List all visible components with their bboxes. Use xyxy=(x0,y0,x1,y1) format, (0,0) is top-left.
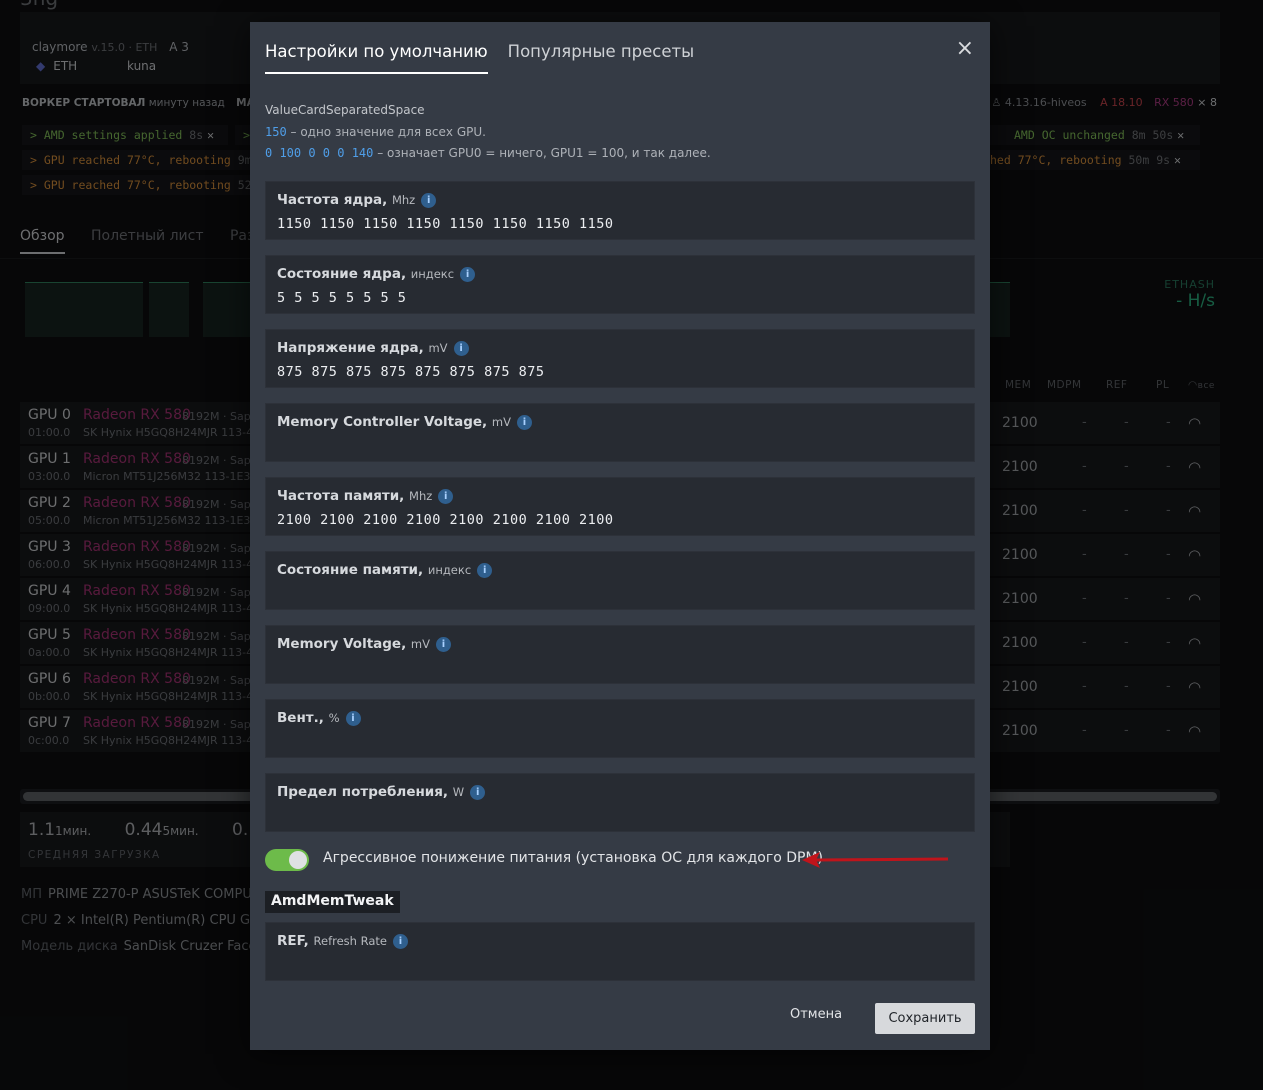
close-icon[interactable]: × xyxy=(956,38,974,60)
field-label: REF, Refresh Rate i xyxy=(277,933,408,949)
info-icon[interactable]: i xyxy=(392,934,408,949)
field-label: Состояние ядра, индекс i xyxy=(277,266,476,282)
info-icon[interactable]: i xyxy=(421,193,437,208)
power-limit-input[interactable] xyxy=(277,808,963,824)
field-core-state: Состояние ядра, индекс i xyxy=(265,255,975,314)
info-icon[interactable]: i xyxy=(470,785,486,800)
value-format-hint: ValueCardSeparatedSpace 150 – одно значе… xyxy=(265,100,711,165)
field-unit: mV xyxy=(428,341,448,355)
mem-controller-voltage-input[interactable] xyxy=(277,438,963,454)
field-unit: Mhz xyxy=(409,489,433,503)
mem-clock-input[interactable] xyxy=(277,512,963,528)
field-label: Напряжение ядра, mV i xyxy=(277,340,469,356)
field-core-clock: Частота ядра, Mhz i xyxy=(265,181,975,240)
field-unit: % xyxy=(328,711,340,725)
overclock-modal: Настройки по умолчанию Популярные пресет… xyxy=(250,22,990,1050)
modal-tabs: Настройки по умолчанию Популярные пресет… xyxy=(265,42,714,74)
field-label: Состояние памяти, индекс i xyxy=(277,562,493,578)
info-icon[interactable]: i xyxy=(453,341,469,356)
info-icon[interactable]: i xyxy=(436,637,451,652)
field-unit: mV xyxy=(491,415,511,429)
hint-text: – означает GPU0 = ничего, GPU1 = 100, и … xyxy=(373,146,711,160)
info-icon[interactable]: i xyxy=(477,563,493,578)
hint-title: ValueCardSeparatedSpace xyxy=(265,103,425,117)
core-voltage-input[interactable] xyxy=(277,364,963,380)
field-label-text: Состояние ядра, xyxy=(277,266,407,282)
aggressive-undervolt-label: Агрессивное понижение питания (установка… xyxy=(323,850,823,866)
field-ref: REF, Refresh Rate i xyxy=(265,922,975,981)
hint-line-1: 150 – одно значение для всех GPU. xyxy=(265,122,711,144)
fan-input[interactable] xyxy=(277,734,963,750)
hint-text: – одно значение для всех GPU. xyxy=(286,124,486,139)
mem-voltage-input[interactable] xyxy=(277,660,963,676)
hint-line-2: 0 100 0 0 0 140 – означает GPU0 = ничего… xyxy=(265,143,711,165)
field-mem-voltage: Memory Voltage, mV i xyxy=(265,625,975,684)
field-power-limit: Предел потребления, Wi xyxy=(265,773,975,832)
field-label: Частота памяти, Mhz i xyxy=(277,488,454,504)
hint-code: 150 xyxy=(265,124,287,139)
core-clock-input[interactable] xyxy=(277,216,963,232)
annotation-arrow-icon xyxy=(802,852,949,868)
tab-default-settings[interactable]: Настройки по умолчанию xyxy=(265,42,488,74)
field-label: Memory Controller Voltage, mV i xyxy=(277,414,532,430)
info-icon[interactable]: i xyxy=(516,415,532,430)
field-fan: Вент., % i xyxy=(265,699,975,758)
cancel-button[interactable]: Отмена xyxy=(790,1007,842,1022)
amdmemtweak-header: AmdMemTweak xyxy=(265,891,400,913)
core-state-input[interactable] xyxy=(277,290,963,306)
aggressive-undervolt-toggle[interactable] xyxy=(265,849,309,871)
field-unit: Refresh Rate xyxy=(313,934,387,948)
field-label-text: Напряжение ядра, xyxy=(277,340,424,356)
field-label: Memory Voltage, mV i xyxy=(277,636,451,652)
field-label-text: Частота ядра, xyxy=(277,192,388,208)
field-unit: W xyxy=(452,785,465,799)
field-label-text: Частота памяти, xyxy=(277,488,405,504)
field-unit: mV xyxy=(410,637,430,651)
field-label-text: Состояние памяти, xyxy=(277,562,424,578)
field-label: Вент., % i xyxy=(277,710,361,726)
tab-popular-presets[interactable]: Популярные пресеты xyxy=(508,42,695,74)
field-mem-state: Состояние памяти, индекс i xyxy=(265,551,975,610)
hint-code: 0 100 0 0 0 140 xyxy=(265,146,374,160)
field-core-voltage: Напряжение ядра, mV i xyxy=(265,329,975,388)
field-label-text: Вент., xyxy=(277,710,324,726)
field-mem-controller-voltage: Memory Controller Voltage, mV i xyxy=(265,403,975,462)
mem-state-input[interactable] xyxy=(277,586,963,602)
field-label: Предел потребления, Wi xyxy=(277,784,486,800)
field-label: Частота ядра, Mhz i xyxy=(277,192,437,208)
field-unit: Mhz xyxy=(391,193,416,207)
info-icon[interactable]: i xyxy=(345,711,361,726)
toggle-knob xyxy=(289,851,307,869)
field-label-text: Memory Controller Voltage, xyxy=(277,414,488,430)
field-label-text: Предел потребления, xyxy=(277,784,449,800)
ref-input[interactable] xyxy=(277,957,963,973)
field-unit: индекс xyxy=(427,563,472,577)
save-button[interactable]: Сохранить xyxy=(875,1003,975,1034)
info-icon[interactable]: i xyxy=(460,267,476,282)
field-label-text: REF, xyxy=(277,933,309,949)
info-icon[interactable]: i xyxy=(438,489,454,504)
field-label-text: Memory Voltage, xyxy=(277,636,407,652)
field-unit: индекс xyxy=(410,267,455,281)
field-mem-clock: Частота памяти, Mhz i xyxy=(265,477,975,536)
